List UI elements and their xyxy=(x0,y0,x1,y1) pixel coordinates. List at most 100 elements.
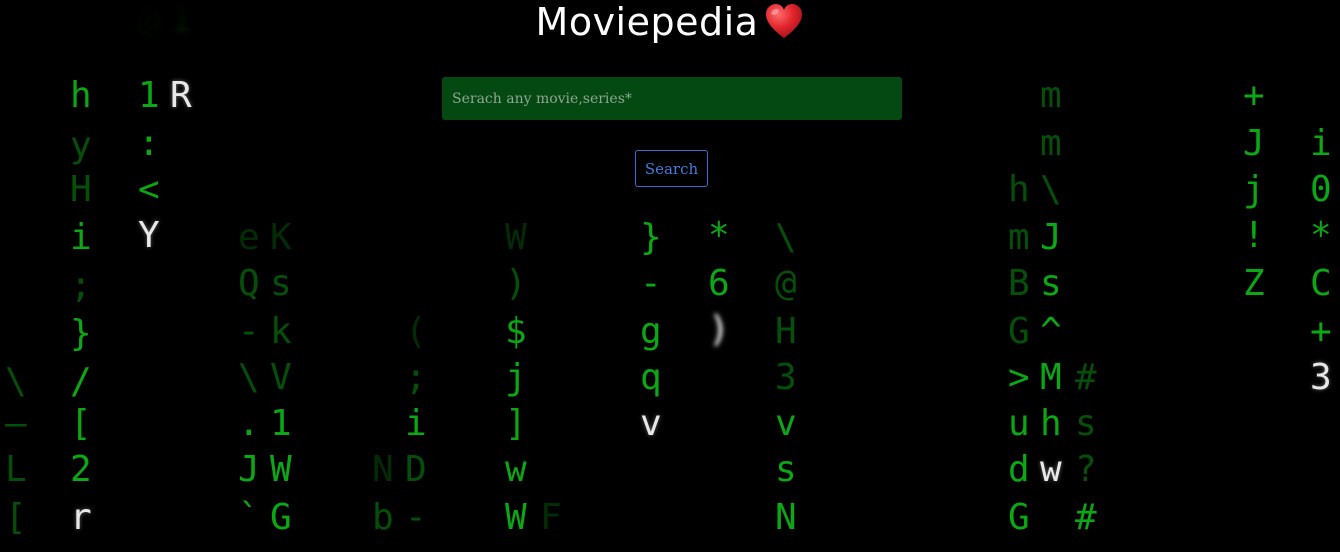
rain-character: K xyxy=(270,217,292,258)
rain-character: R xyxy=(170,75,192,116)
rain-character: $ xyxy=(505,311,527,352)
rain-character: i xyxy=(1310,123,1332,164)
rain-character: \ xyxy=(5,361,27,402)
rain-character: H xyxy=(775,311,797,352)
rain-character: [ xyxy=(5,497,27,538)
rain-character: ( xyxy=(405,311,427,352)
rain-character: ; xyxy=(405,357,427,398)
rain-character: - xyxy=(640,263,662,304)
rain-character: ^ xyxy=(1040,311,1062,352)
rain-character: < xyxy=(138,169,160,210)
rain-character: # xyxy=(1075,357,1097,398)
rain-character: ) xyxy=(505,263,527,304)
rain-character: w xyxy=(505,449,527,490)
rain-character: J xyxy=(238,449,260,490)
rain-character: V xyxy=(270,357,292,398)
rain-character: L xyxy=(5,449,27,490)
rain-character: + xyxy=(1243,75,1265,116)
rain-character: d xyxy=(1008,449,1030,490)
page-title: Moviepedia xyxy=(535,0,759,44)
rain-character: ; xyxy=(70,265,92,306)
rain-character: s xyxy=(1075,403,1097,444)
rain-character: \ xyxy=(775,217,797,258)
rain-character: Z xyxy=(1243,263,1265,304)
rain-character: e xyxy=(238,217,260,258)
rain-character: h xyxy=(1008,169,1030,210)
rain-character: : xyxy=(138,123,160,164)
rain-character: ` xyxy=(238,497,260,538)
rain-character: ] xyxy=(505,403,527,444)
rain-character: g xyxy=(640,311,662,352)
rain-character: r xyxy=(70,497,92,538)
rain-character: } xyxy=(70,313,92,354)
rain-character: i xyxy=(70,217,92,258)
rain-character: m xyxy=(1040,123,1062,164)
rain-character: B xyxy=(1008,263,1030,304)
rain-character: [ xyxy=(70,403,92,444)
rain-character: - xyxy=(405,497,427,538)
rain-character: s xyxy=(1040,263,1062,304)
rain-character: H xyxy=(70,169,92,210)
rain-character: W xyxy=(270,449,292,490)
rain-character: - xyxy=(238,311,260,352)
rain-character: h xyxy=(1040,403,1062,444)
rain-character: W xyxy=(505,497,527,538)
rain-character: q xyxy=(640,357,662,398)
rain-character: F xyxy=(540,497,562,538)
rain-character: i xyxy=(405,403,427,444)
rain-character: Q xyxy=(238,263,260,304)
rain-character: G xyxy=(270,497,292,538)
search-button[interactable]: Search xyxy=(635,150,708,187)
rain-character: G xyxy=(1008,497,1030,538)
rain-character: k xyxy=(270,311,292,352)
rain-character: + xyxy=(1310,311,1332,352)
search-input[interactable] xyxy=(442,77,902,120)
rain-character: — xyxy=(5,403,27,444)
rain-character: ? xyxy=(1075,449,1097,490)
rain-character: m xyxy=(1008,217,1030,258)
rain-character: D xyxy=(405,449,427,490)
rain-character: s xyxy=(270,263,292,304)
rain-character: u xyxy=(1008,403,1030,444)
rain-character: @ xyxy=(775,263,797,304)
rain-character: 1 xyxy=(270,403,292,444)
rain-character: N xyxy=(775,497,797,538)
rain-character: C xyxy=(1310,263,1332,304)
rain-character: v xyxy=(640,403,662,444)
rain-character: 2 xyxy=(70,449,92,490)
rain-character: ! xyxy=(1243,215,1265,256)
rain-character: 3 xyxy=(775,357,797,398)
rain-character: . xyxy=(238,403,260,444)
rain-character: W xyxy=(505,217,527,258)
rain-character: 3 xyxy=(1310,357,1332,398)
rain-character: * xyxy=(1310,215,1332,256)
rain-character: 0 xyxy=(1310,169,1332,210)
rain-character: j xyxy=(505,357,527,398)
rain-character: N xyxy=(372,449,394,490)
rain-character: m xyxy=(1040,75,1062,116)
rain-character: / xyxy=(70,361,92,402)
page-header: Moviepedia xyxy=(0,0,1340,44)
rain-character: J xyxy=(1243,123,1265,164)
rain-character: 6 xyxy=(708,263,730,304)
rain-character: j xyxy=(1243,169,1265,210)
rain-character: J xyxy=(1040,217,1062,258)
rain-character: G xyxy=(1008,311,1030,352)
rain-character: b xyxy=(372,497,394,538)
red-heart-icon xyxy=(766,4,803,38)
rain-character: \ xyxy=(238,357,260,398)
rain-character: h xyxy=(70,75,92,116)
rain-character: > xyxy=(1008,357,1030,398)
rain-character: # xyxy=(1075,497,1097,538)
rain-character: 1 xyxy=(138,75,160,116)
rain-character: s xyxy=(775,449,797,490)
rain-character: * xyxy=(708,215,730,256)
rain-character: ) xyxy=(708,309,730,350)
rain-character: y xyxy=(70,125,92,166)
rain-character: \ xyxy=(1040,169,1062,210)
rain-character: v xyxy=(775,403,797,444)
rain-character: } xyxy=(640,217,662,258)
rain-character: M xyxy=(1040,357,1062,398)
rain-character: Y xyxy=(138,215,160,256)
rain-character: w xyxy=(1040,449,1062,490)
